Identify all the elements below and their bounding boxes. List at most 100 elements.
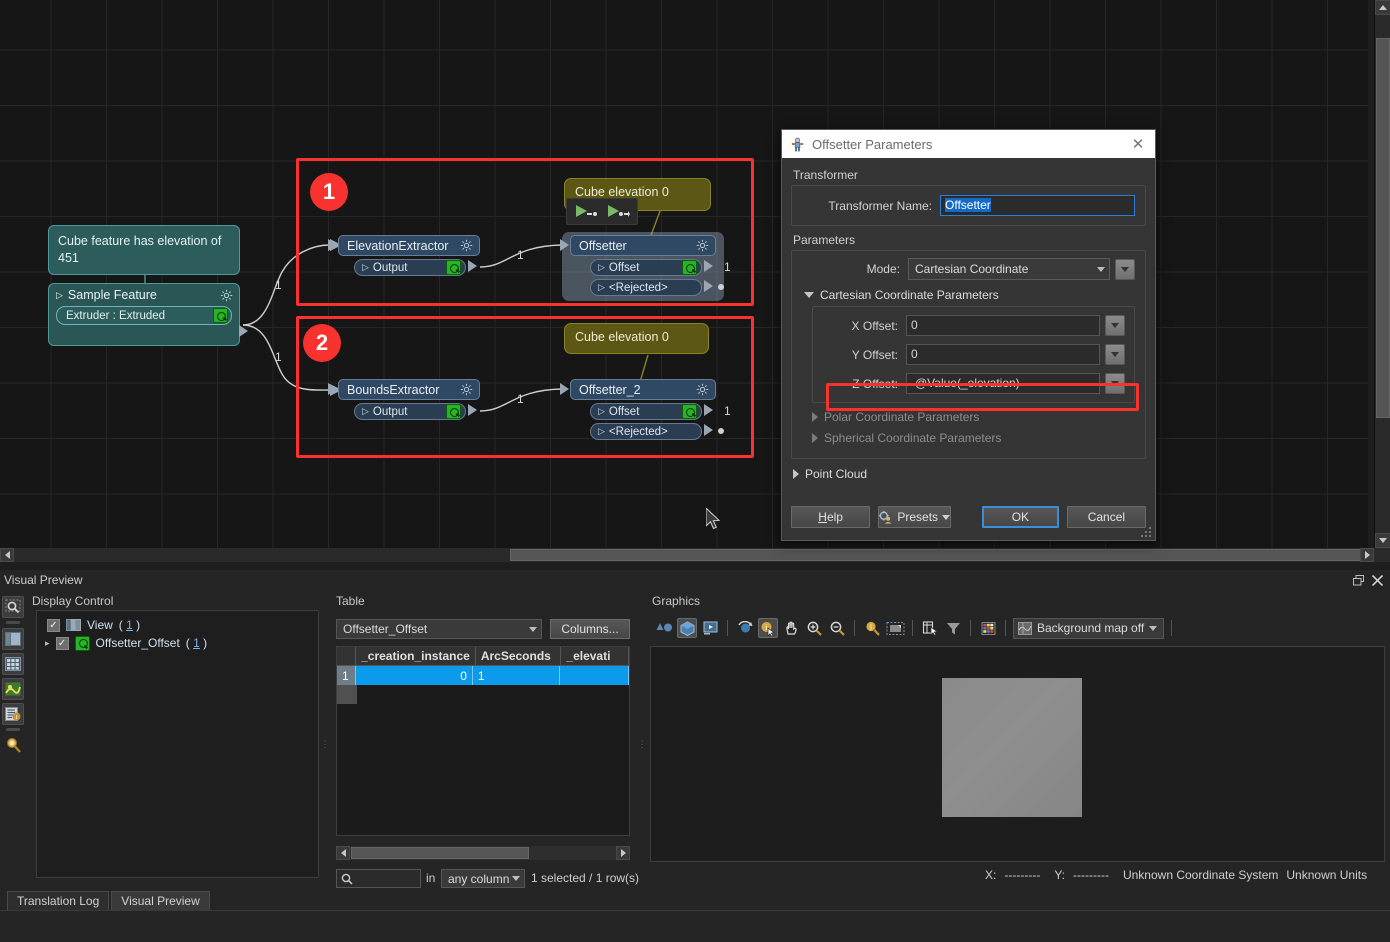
close-icon[interactable]	[1372, 574, 1383, 586]
connect-input-icon[interactable]	[574, 204, 598, 219]
point-cloud-toggle[interactable]: Point Cloud	[793, 467, 1146, 481]
cartesian-section-toggle[interactable]: Cartesian Coordinate Parameters	[804, 288, 1135, 302]
node-boundsextractor[interactable]: BoundsExtractor ▷ Output	[328, 379, 480, 420]
port-output[interactable]: ▷ Output	[354, 259, 466, 276]
table-grid[interactable]: _creation_instance ArcSeconds _elevati 1…	[336, 646, 630, 836]
scroll-down-button[interactable]	[1375, 533, 1390, 548]
scroll-thumb[interactable]	[1376, 38, 1390, 418]
pan-hand-icon[interactable]	[781, 618, 801, 638]
search-scope-select[interactable]: any column	[441, 869, 525, 888]
zoom-extents-icon[interactable]	[885, 618, 905, 638]
table-cell[interactable]: 1	[472, 666, 561, 685]
rotate-icon[interactable]	[735, 618, 755, 638]
x-offset-input[interactable]: 0	[906, 315, 1100, 336]
zoom-in-icon[interactable]	[804, 618, 824, 638]
color-palette-icon[interactable]	[978, 618, 998, 638]
shapes-2d-icon[interactable]	[654, 618, 674, 638]
y-offset-dropdown-button[interactable]	[1105, 344, 1125, 365]
table-row[interactable]: 1 0 1	[337, 666, 629, 685]
tree-row-offsetter-offset[interactable]: ▸ ✓ Offsetter_Offset ( 1 )	[37, 634, 318, 652]
gear-icon[interactable]	[460, 239, 473, 252]
port-rejected[interactable]: ▷ <Rejected>	[590, 423, 702, 440]
node-header[interactable]: BoundsExtractor	[338, 379, 480, 400]
port-offset[interactable]: ▷ Offset	[590, 259, 702, 276]
scroll-thumb[interactable]	[351, 847, 529, 859]
port-output[interactable]: ▷ Output	[354, 403, 466, 420]
node-header[interactable]: Offsetter	[570, 235, 716, 256]
gear-icon[interactable]	[220, 289, 233, 302]
table-cell[interactable]	[560, 666, 629, 685]
scroll-right-button[interactable]	[1360, 548, 1374, 562]
scroll-thumb[interactable]	[510, 549, 1362, 561]
magnifier-icon[interactable]	[446, 260, 461, 275]
column-header[interactable]: _creation_instance	[356, 647, 476, 665]
columns-button[interactable]: Columns...	[550, 619, 630, 639]
sample-feature-attribute[interactable]: Extruder : Extruded	[56, 306, 232, 325]
polar-section-toggle[interactable]: Polar Coordinate Parameters	[812, 410, 1135, 424]
identify-icon[interactable]: i	[862, 618, 882, 638]
help-button[interactable]: Help	[791, 506, 871, 528]
graphics-toolbar[interactable]: i i Background map off	[650, 615, 1385, 641]
tab-translation-log[interactable]: Translation Log	[7, 891, 110, 910]
gear-icon[interactable]	[696, 239, 709, 252]
table-horizontal-scrollbar[interactable]	[336, 846, 630, 860]
cube-3d-icon[interactable]	[677, 618, 697, 638]
mode-select[interactable]: Cartesian Coordinate	[908, 258, 1110, 280]
table-select-icon[interactable]	[920, 618, 940, 638]
sample-feature-node[interactable]: ▷ Sample Feature Extruder : Extruded	[48, 283, 248, 346]
port-rejected[interactable]: ▷ <Rejected>	[590, 279, 702, 296]
background-map-select[interactable]: Background map off	[1013, 617, 1165, 639]
node-header[interactable]: Offsetter_2	[570, 379, 716, 400]
sample-feature-header[interactable]: ▷ Sample Feature	[49, 284, 239, 306]
tab-visual-preview[interactable]: Visual Preview	[111, 891, 210, 910]
inspector-tool-button[interactable]	[2, 735, 24, 755]
display-control-button[interactable]	[2, 628, 24, 650]
cancel-button[interactable]: Cancel	[1066, 506, 1147, 528]
presets-button[interactable]: Presets	[878, 506, 952, 528]
splitter-display-table[interactable]: ⋮	[321, 610, 330, 878]
node-offsetter-2[interactable]: Offsetter_2 ▷ Offset ▷ <Rejected>	[560, 379, 716, 440]
info-select-icon[interactable]: i	[758, 618, 778, 638]
ok-button[interactable]: OK	[982, 506, 1059, 528]
display-control-tree[interactable]: ✓ View ( 1 ) ▸ ✓ Offsetter_Offset ( 1 )	[36, 610, 319, 878]
restore-icon[interactable]	[1353, 574, 1364, 586]
scroll-right-button[interactable]	[616, 846, 630, 860]
offsetter-parameters-dialog[interactable]: Offsetter Parameters ✕ Transformer Trans…	[781, 129, 1156, 541]
magnifier-icon[interactable]	[446, 404, 461, 419]
scroll-left-button[interactable]	[336, 846, 350, 860]
gear-icon[interactable]	[696, 383, 709, 396]
magnifier-icon[interactable]	[213, 308, 228, 323]
transformer-name-input[interactable]: Offsetter	[940, 195, 1135, 216]
tree-count-value[interactable]: 1	[126, 618, 133, 632]
splitter-table-graphics[interactable]: ⋮	[638, 610, 647, 878]
search-text-field[interactable]	[357, 872, 413, 885]
table-search-input[interactable]	[336, 869, 421, 888]
cube-geometry[interactable]	[942, 678, 1082, 817]
graphics-view-button[interactable]	[2, 678, 24, 700]
connector-popup[interactable]	[566, 198, 638, 225]
column-header[interactable]: _elevati	[561, 647, 629, 665]
table-cell[interactable]: 0	[356, 666, 473, 685]
preview-tool-strip[interactable]: i	[2, 596, 26, 755]
magnifier-icon[interactable]	[682, 404, 697, 419]
spherical-section-toggle[interactable]: Spherical Coordinate Parameters	[812, 431, 1135, 445]
tree-count-value[interactable]: 1	[193, 636, 200, 650]
checkbox[interactable]: ✓	[55, 636, 69, 650]
magnifier-icon[interactable]	[682, 260, 697, 275]
resize-grip-icon[interactable]	[1141, 527, 1152, 538]
bottom-tab-bar[interactable]: Translation Log Visual Preview	[0, 887, 1390, 911]
tree-row-view[interactable]: ✓ View ( 1 )	[37, 616, 318, 634]
gear-icon[interactable]	[460, 383, 473, 396]
node-elevationextractor[interactable]: ElevationExtractor ▷ Output	[328, 235, 480, 276]
column-header[interactable]: ArcSeconds	[476, 647, 562, 665]
scroll-up-button[interactable]	[1375, 0, 1390, 15]
canvas-horizontal-scrollbar[interactable]	[0, 548, 1374, 562]
connect-output-icon[interactable]	[606, 204, 630, 219]
table-dataset-select[interactable]: Offsetter_Offset	[336, 619, 542, 639]
workflow-canvas[interactable]: Cube feature has elevation of 451 ▷ Samp…	[0, 0, 1368, 548]
mode-dropdown-button[interactable]	[1115, 258, 1135, 280]
checkbox[interactable]: ✓	[47, 618, 60, 632]
presentation-icon[interactable]	[700, 618, 720, 638]
scroll-left-button[interactable]	[0, 548, 14, 562]
expand-triangle-icon[interactable]: ▸	[45, 638, 50, 649]
